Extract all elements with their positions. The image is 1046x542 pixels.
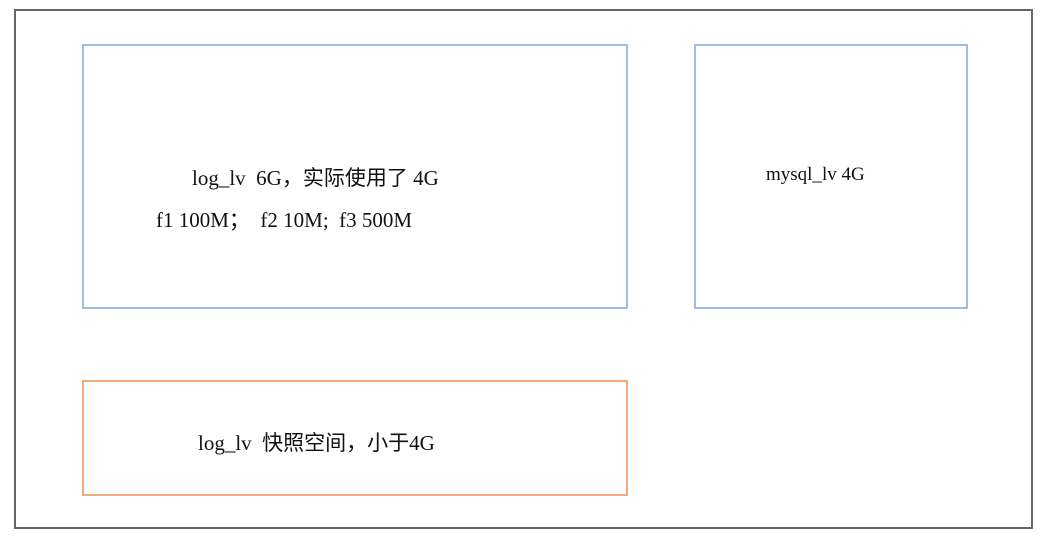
snapshot-label: log_lv 快照空间，小于4G (198, 431, 435, 455)
log-lv-size-label: log_lv 6G，实际使用了 4G (192, 166, 439, 190)
mysql-lv-label: mysql_lv 4G (766, 164, 865, 185)
log-lv-files-label: f1 100M； f2 10M; f3 500M (156, 208, 413, 232)
